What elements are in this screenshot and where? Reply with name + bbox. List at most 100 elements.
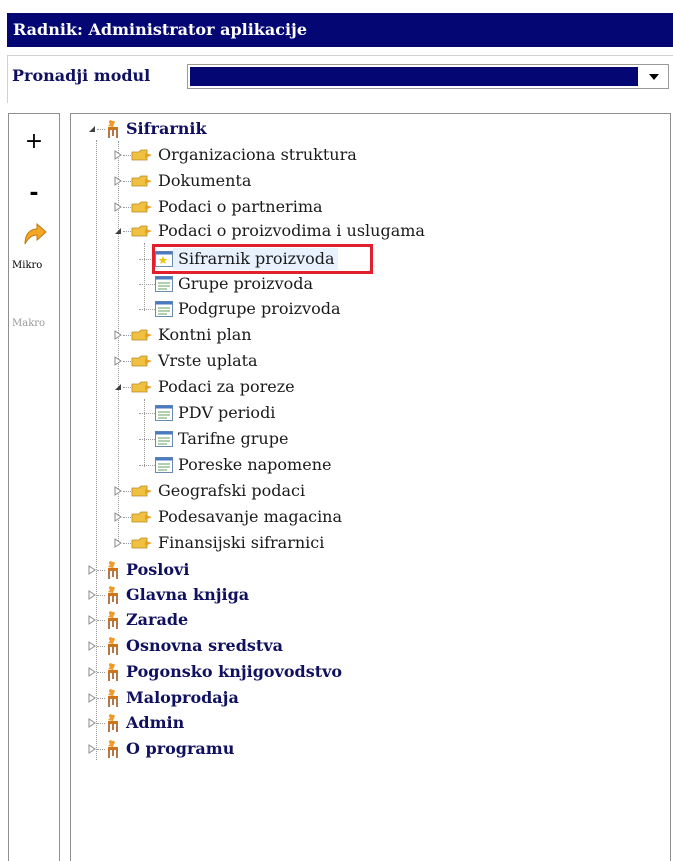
folder-icon bbox=[131, 328, 153, 342]
tree-node-label[interactable]: Poreske napomene bbox=[173, 454, 334, 476]
tree-node-vrste-uplata[interactable]: Vrste uplata bbox=[113, 349, 261, 373]
module-finder-label: Pronadji modul bbox=[12, 66, 151, 85]
collapsed-arrow-icon[interactable] bbox=[87, 583, 97, 607]
folder-icon bbox=[131, 484, 153, 498]
expanded-arrow-icon[interactable] bbox=[113, 219, 123, 243]
collapsed-arrow-icon[interactable] bbox=[113, 195, 123, 219]
collapsed-arrow-icon[interactable] bbox=[87, 634, 97, 658]
folder-icon bbox=[131, 510, 153, 524]
tree-node-poreske-napomene[interactable]: Poreske napomene bbox=[139, 453, 334, 477]
module-icon bbox=[105, 688, 121, 708]
tree-node-label[interactable]: Sifrarnik bbox=[121, 118, 210, 140]
collapsed-arrow-icon[interactable] bbox=[87, 711, 97, 735]
tree-node-podaci-o-proizvodima[interactable]: Podaci o proizvodima i uslugama bbox=[113, 219, 428, 243]
collapsed-arrow-icon[interactable] bbox=[113, 169, 123, 193]
redo-arrow-icon[interactable] bbox=[22, 220, 48, 246]
tree-node-finansijski-sifrarnici[interactable]: Finansijski sifrarnici bbox=[113, 531, 327, 555]
folder-icon bbox=[131, 354, 153, 368]
tree-node-label[interactable]: Zarade bbox=[121, 609, 191, 631]
collapsed-arrow-icon[interactable] bbox=[87, 686, 97, 710]
folder-icon bbox=[131, 148, 153, 162]
tree-node-podaci-o-partnerima[interactable]: Podaci o partnerima bbox=[113, 195, 326, 219]
form-icon bbox=[155, 301, 173, 317]
tree-node-poslovi[interactable]: Poslovi bbox=[87, 558, 192, 582]
tree-node-label[interactable]: Podgrupe proizvoda bbox=[173, 298, 344, 320]
tree-node-label[interactable]: O programu bbox=[121, 738, 237, 760]
tree-node-label[interactable]: Podaci o proizvodima i uslugama bbox=[153, 220, 428, 242]
tree-node-label[interactable]: Dokumenta bbox=[153, 170, 254, 192]
folder-icon bbox=[131, 224, 153, 238]
folder-icon bbox=[131, 380, 153, 394]
collapsed-arrow-icon[interactable] bbox=[113, 479, 123, 503]
title-bar: Radnik: Administrator aplikacije bbox=[7, 13, 673, 47]
tree-node-label[interactable]: Vrste uplata bbox=[153, 350, 261, 372]
collapse-all-button[interactable]: - bbox=[9, 182, 59, 206]
collapsed-arrow-icon[interactable] bbox=[87, 558, 97, 582]
tree-node-label[interactable]: Finansijski sifrarnici bbox=[153, 532, 327, 554]
tree-node-pogonsko-knjigovodstvo[interactable]: Pogonsko knjigovodstvo bbox=[87, 660, 345, 684]
tree-node-label[interactable]: Maloprodaja bbox=[121, 687, 242, 709]
tree-node-glavna-knjiga[interactable]: Glavna knjiga bbox=[87, 583, 252, 607]
module-finder-value[interactable] bbox=[190, 67, 638, 86]
tree-node-podaci-za-poreze[interactable]: Podaci za poreze bbox=[113, 375, 298, 399]
makro-button[interactable]: Makro bbox=[12, 318, 45, 329]
form-icon bbox=[155, 405, 173, 421]
collapsed-arrow-icon[interactable] bbox=[113, 531, 123, 555]
collapsed-arrow-icon[interactable] bbox=[113, 505, 123, 529]
tree-node-pdv-periodi[interactable]: PDV periodi bbox=[139, 401, 278, 425]
tree-node-label[interactable]: Podaci za poreze bbox=[153, 376, 298, 398]
form-icon bbox=[155, 276, 173, 292]
expand-all-button[interactable]: + bbox=[9, 130, 59, 154]
tree-node-organizaciona-struktura[interactable]: Organizaciona struktura bbox=[113, 143, 360, 167]
tree-node-geografski-podaci[interactable]: Geografski podaci bbox=[113, 479, 308, 503]
tree-node-admin[interactable]: Admin bbox=[87, 711, 187, 735]
tree-node-label[interactable]: Podesavanje magacina bbox=[153, 506, 345, 528]
tree-node-o-programu[interactable]: O programu bbox=[87, 737, 237, 761]
module-icon bbox=[105, 636, 121, 656]
tree-node-label[interactable]: Podaci o partnerima bbox=[153, 196, 326, 218]
tree-node-label[interactable]: Organizaciona struktura bbox=[153, 144, 360, 166]
tree-node-label[interactable]: Kontni plan bbox=[153, 324, 255, 346]
folder-icon bbox=[131, 174, 153, 188]
module-icon bbox=[105, 713, 121, 733]
tree-node-kontni-plan[interactable]: Kontni plan bbox=[113, 323, 255, 347]
collapsed-arrow-icon[interactable] bbox=[87, 737, 97, 761]
tree-node-podgrupe-proizvoda[interactable]: Podgrupe proizvoda bbox=[139, 297, 344, 321]
tree-node-dokumenta[interactable]: Dokumenta bbox=[113, 169, 254, 193]
tree-node-label[interactable]: Grupe proizvoda bbox=[173, 273, 316, 295]
tree-node-osnovna-sredstva[interactable]: Osnovna sredstva bbox=[87, 634, 286, 658]
tree-node-label[interactable]: Admin bbox=[121, 712, 187, 734]
tree-node-sifrarnik[interactable]: Sifrarnik bbox=[87, 117, 210, 141]
tree-node-zarade[interactable]: Zarade bbox=[87, 608, 191, 632]
tree-node-label[interactable]: Tarifne grupe bbox=[173, 428, 291, 450]
module-icon bbox=[105, 739, 121, 759]
expanded-arrow-icon[interactable] bbox=[87, 117, 97, 141]
expanded-arrow-icon[interactable] bbox=[113, 375, 123, 399]
tree-node-maloprodaja[interactable]: Maloprodaja bbox=[87, 686, 242, 710]
tree-node-label[interactable]: PDV periodi bbox=[173, 402, 278, 424]
module-icon bbox=[105, 585, 121, 605]
collapsed-arrow-icon[interactable] bbox=[113, 323, 123, 347]
tree-node-label[interactable]: Geografski podaci bbox=[153, 480, 308, 502]
tree-node-label[interactable]: Poslovi bbox=[121, 559, 192, 581]
module-finder-dropdown[interactable] bbox=[187, 64, 669, 89]
tree-node-label[interactable]: Pogonsko knjigovodstvo bbox=[121, 661, 345, 683]
tree-node-label[interactable]: Glavna knjiga bbox=[121, 584, 252, 606]
folder-icon bbox=[131, 536, 153, 550]
chevron-down-icon[interactable] bbox=[640, 65, 668, 88]
tree-node-label[interactable]: Osnovna sredstva bbox=[121, 635, 286, 657]
collapsed-arrow-icon[interactable] bbox=[87, 660, 97, 684]
left-toolbar: + - Mikro Makro bbox=[8, 113, 60, 861]
module-icon bbox=[105, 610, 121, 630]
tree-node-grupe-proizvoda[interactable]: Grupe proizvoda bbox=[139, 272, 316, 296]
form-icon bbox=[155, 457, 173, 473]
module-icon bbox=[105, 560, 121, 580]
form-icon bbox=[155, 431, 173, 447]
mikro-button[interactable]: Mikro bbox=[12, 260, 42, 271]
collapsed-arrow-icon[interactable] bbox=[113, 349, 123, 373]
tree-node-podesavanje-magacina[interactable]: Podesavanje magacina bbox=[113, 505, 345, 529]
collapsed-arrow-icon[interactable] bbox=[113, 143, 123, 167]
collapsed-arrow-icon[interactable] bbox=[87, 608, 97, 632]
tree-node-tarifne-grupe[interactable]: Tarifne grupe bbox=[139, 427, 291, 451]
module-icon bbox=[105, 119, 121, 139]
